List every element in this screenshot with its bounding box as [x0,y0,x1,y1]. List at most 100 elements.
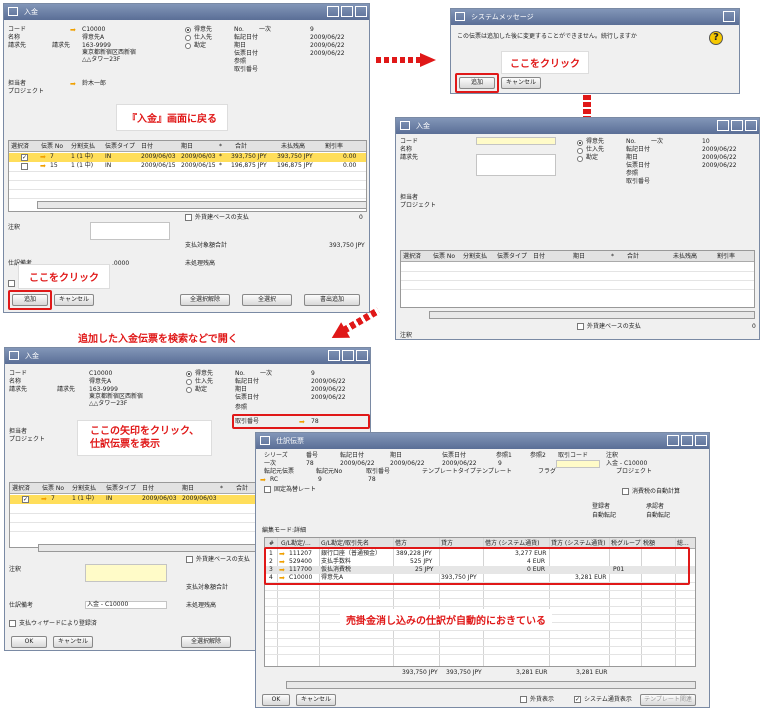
row1-arrow-icon[interactable]: ➡ [40,153,46,161]
posting-date[interactable]: 2009/06/22 [702,146,737,154]
radio-vendor[interactable] [186,379,192,385]
foreign-currency-checkbox[interactable] [577,323,584,330]
billto-select[interactable]: 請求先 [57,386,75,394]
label-ref: 参照 [626,170,639,177]
link-arrow-icon[interactable]: ➡ [70,26,76,34]
message-cancel-button[interactable]: キャンセル [501,77,541,89]
due-value[interactable]: 2009/06/22 [390,460,425,468]
series-select[interactable]: 一次 [259,26,271,34]
rep-value[interactable]: 鈴木一郎 [82,80,106,88]
close-button[interactable] [745,120,757,131]
deselect-all-button[interactable]: 全選択解除 [181,636,231,648]
auto-tax-checkbox[interactable] [622,488,629,495]
ref1-value[interactable]: 9 [498,460,502,468]
code-value[interactable]: C10000 [89,370,112,378]
horizontal-scrollbar[interactable] [286,681,696,689]
radio-account[interactable] [185,43,191,49]
row2-doctype: IN [105,162,112,169]
series-select[interactable]: 一次 [260,370,272,378]
close-button[interactable] [355,6,367,17]
select-all-button[interactable]: 全選択 [242,294,292,306]
code-value[interactable]: C10000 [82,26,105,34]
billto-select[interactable]: 請求先 [52,42,70,50]
radio-customer[interactable] [577,140,583,146]
series-value[interactable]: 一次 [264,460,276,468]
foreign-currency-checkbox[interactable] [185,214,192,221]
minimize-button[interactable] [717,120,729,131]
maximize-button[interactable] [341,6,353,17]
radio-vendor[interactable] [577,148,583,154]
foreign-currency-checkbox[interactable] [186,556,193,563]
foreign-display-checkbox[interactable] [520,696,527,703]
due-date[interactable]: 2009/06/22 [311,386,346,394]
minimize-button[interactable] [327,6,339,17]
name-value[interactable]: 得意先A [89,378,111,386]
code-field[interactable] [476,137,556,145]
document-table[interactable]: 選択済 伝票 No 分割支払 伝票タイプ 日付 期日 * 合計 未払残高 割引率 [400,250,755,308]
close-button[interactable] [695,435,707,446]
transcode-field[interactable] [556,460,600,468]
rep-arrow-icon[interactable]: ➡ [70,80,76,88]
radio-account[interactable] [577,156,583,162]
doc-date[interactable]: 2009/06/22 [310,50,345,58]
origin-value[interactable]: RC [270,476,278,484]
remarks-value[interactable]: 入金 - C10000 [606,460,647,468]
note-field[interactable] [90,222,170,240]
posting-date[interactable]: 2009/06/22 [311,378,346,386]
row1-checkbox[interactable]: ✓ [22,496,29,503]
wizard-checkbox[interactable] [8,280,15,287]
maximize-button[interactable] [731,120,743,131]
ok-button[interactable]: OK [11,636,47,648]
journal-memo-value[interactable]: .0000 [112,260,129,268]
journal-memo-value[interactable]: 入金 - C10000 [87,601,128,609]
horizontal-scrollbar[interactable] [37,201,367,209]
titlebar: 入金 [4,4,369,20]
row2-checkbox[interactable] [21,163,28,170]
close-button[interactable] [356,350,368,361]
minimize-button[interactable] [667,435,679,446]
row-line [265,654,695,655]
label-note: 注釈 [400,332,413,339]
cancel-button[interactable]: キャンセル [54,294,94,306]
system-currency-checkbox[interactable]: ✓ [574,696,581,703]
row1-arrow-icon[interactable]: ➡ [41,495,47,503]
foreign-display-label: 外貨表示 [530,696,555,703]
add-doc-button[interactable]: 書出追加 [304,294,360,306]
cancel-button[interactable]: キャンセル [53,636,93,648]
doc-date[interactable]: 2009/06/22 [311,394,346,402]
series-select[interactable]: 一次 [651,138,663,146]
radio-customer[interactable] [186,371,192,377]
due-date[interactable]: 2009/06/22 [310,42,345,50]
radio-vendor-label: 仕入先 [195,378,214,385]
row1-checkbox[interactable]: ✓ [21,154,28,161]
origin-arrow-icon[interactable]: ➡ [260,476,266,484]
row-line [265,606,695,607]
ok-button[interactable]: OK [262,694,290,706]
cancel-button[interactable]: キャンセル [296,694,336,706]
due-date[interactable]: 2009/06/22 [702,154,737,162]
minimize-button[interactable] [328,350,340,361]
docdate-value[interactable]: 2009/06/22 [442,460,477,468]
col-discount: 割引率 [325,143,344,150]
radio-vendor[interactable] [185,35,191,41]
col-total: 合計 [627,253,640,260]
horizontal-scrollbar[interactable] [429,311,755,319]
posting-date[interactable]: 2009/06/22 [310,34,345,42]
posting-value[interactable]: 2009/06/22 [340,460,375,468]
maximize-button[interactable] [681,435,693,446]
name-value[interactable]: 得意先A [82,34,104,42]
radio-account[interactable] [186,387,192,393]
callout-search: 追加した入金伝票を検索などで開く [78,334,238,345]
address-field[interactable] [476,154,556,176]
template-button[interactable]: テンプレート関連 [640,694,696,706]
maximize-button[interactable] [342,350,354,361]
row2-arrow-icon[interactable]: ➡ [40,162,46,170]
deselect-all-button[interactable]: 全選択解除 [180,294,230,306]
foreign-zero: 0 [359,214,363,221]
wizard-checkbox[interactable] [9,620,16,627]
doc-date[interactable]: 2009/06/22 [702,162,737,170]
fixed-rate-checkbox[interactable] [264,486,271,493]
note-field[interactable] [85,564,167,582]
radio-customer[interactable] [185,27,191,33]
close-button[interactable] [723,11,735,22]
